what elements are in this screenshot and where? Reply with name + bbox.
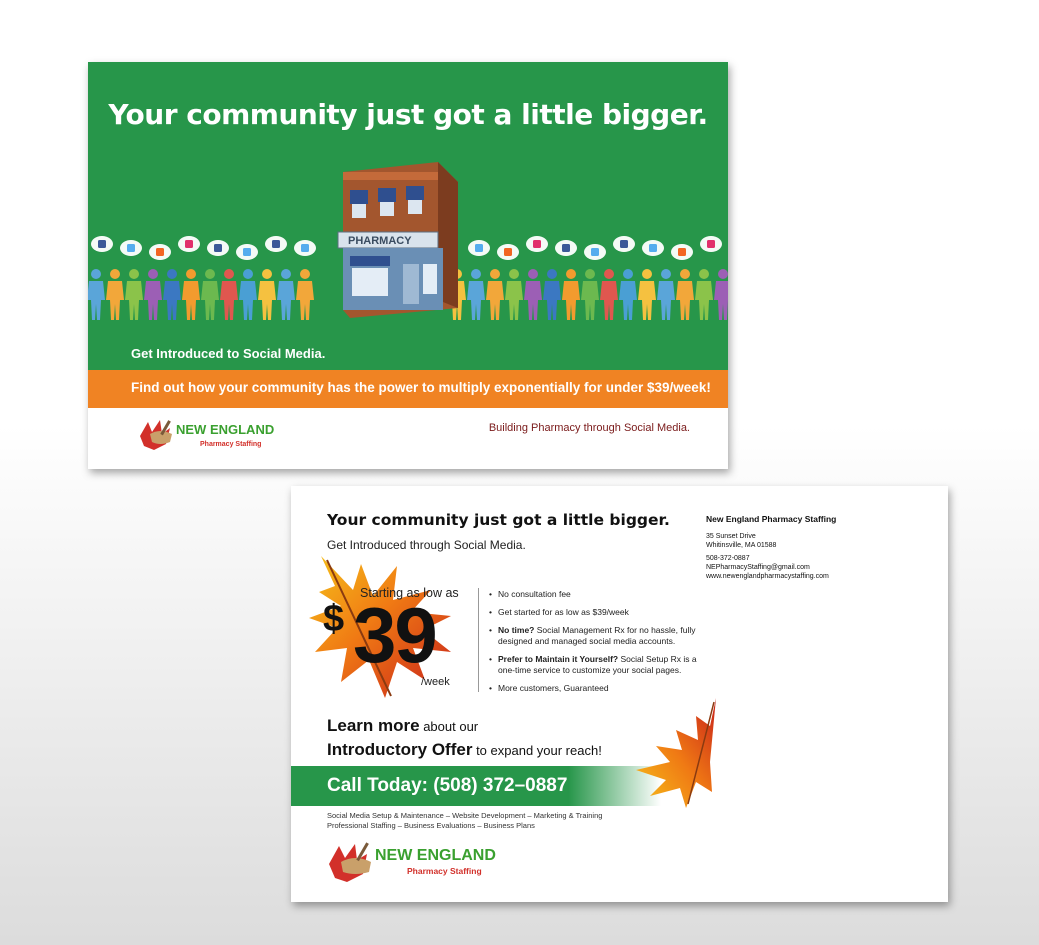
benefits-list: No consultation fee Get started for as l… [489,589,714,701]
person-figure [144,269,162,320]
list-item: More customers, Guaranteed [489,683,714,694]
speech-bubble-icon [584,244,606,260]
person-figure [657,269,675,320]
person-figure [296,269,314,320]
person-figure [600,269,618,320]
back-headline: Your community just got a little bigger. [327,511,670,529]
speech-bubble-icon [236,244,258,260]
person-figure [201,269,219,320]
address-city: Whitinsville, MA 01588 [706,542,777,549]
list-item: No time? Social Management Rx for no has… [489,625,714,647]
front-tagline: Building Pharmacy through Social Media. [488,422,690,434]
person-figure [695,269,713,320]
pharmacy-building-illustration: PHARMACY [337,162,458,318]
person-figure [714,269,728,320]
return-address: New England Pharmacy Staffing 35 Sunset … [706,514,836,581]
person-figure [619,269,637,320]
back-subhead: Get Introduced through Social Media. [327,538,526,552]
person-figure [581,269,599,320]
logo-sub: Pharmacy Staffing [407,866,482,876]
list-item: Get started for as low as $39/week [489,607,714,618]
address-email: NEPharmacyStaffing@gmail.com [706,564,810,571]
speech-bubble-icon [700,236,722,252]
price-amount: 39 [353,591,438,679]
person-figure [277,269,295,320]
new-england-logo: NEW ENGLAND Pharmacy Staffing [140,420,274,450]
speech-bubble-icon [468,240,490,256]
front-headline: Your community just got a little bigger. [108,98,708,131]
address-name: New England Pharmacy Staffing [706,514,837,524]
orange-banner-text: Find out how your community has the powe… [131,380,711,395]
address-phone: 508-372-0887 [706,555,750,562]
person-figure [562,269,580,320]
person-figure [543,269,561,320]
price-period: /week [421,676,450,688]
logo-name: NEW ENGLAND [176,422,274,437]
list-item: No consultation fee [489,589,714,600]
address-web: www.newenglandpharmacystaffing.com [706,573,829,580]
postcard-back: Your community just got a little bigger.… [291,486,948,902]
postcard-front: Your community just got a little bigger.… [88,62,728,469]
front-intro: Get Introduced to Social Media. [131,346,326,361]
speech-bubble-icon [555,240,577,256]
services-list: Social Media Setup & Maintenance – Websi… [327,811,603,830]
person-figure [467,269,485,320]
speech-bubble-icon [642,240,664,256]
maple-leaf-small-illustration [636,698,716,808]
speech-bubble-icon [207,240,229,256]
logo-name: NEW ENGLAND [375,847,496,864]
list-item: Prefer to Maintain it Yourself? Social S… [489,654,714,676]
person-figure [163,269,181,320]
speech-bubble-icon [497,244,519,260]
learn-more-line: Learn more about our [327,716,479,735]
person-figure [88,269,105,320]
person-figure [258,269,276,320]
new-england-logo: NEW ENGLAND Pharmacy Staffing [329,842,496,882]
price-divider [478,588,479,692]
person-figure [524,269,542,320]
person-figure [182,269,200,320]
person-figure [505,269,523,320]
speech-bubble-icon [294,240,316,256]
speech-bubble-icon [178,236,200,252]
person-figure [676,269,694,320]
person-figure [486,269,504,320]
price-currency: $ [323,598,345,640]
speech-bubble-icon [613,236,635,252]
speech-bubble-icon [149,244,171,260]
speech-bubble-icon [91,236,113,252]
speech-bubble-icon [671,244,693,260]
speech-bubble-icon [526,236,548,252]
call-today-text: Call Today: (508) 372–0887 [327,775,568,796]
speech-bubble-icon [265,236,287,252]
person-figure [220,269,238,320]
logo-sub: Pharmacy Staffing [200,441,261,448]
speech-bubble-icon [120,240,142,256]
person-figure [106,269,124,320]
pharmacy-sign-text: PHARMACY [348,235,412,247]
address-street: 35 Sunset Drive [706,533,756,540]
person-figure [125,269,143,320]
person-figure [239,269,257,320]
person-figure [638,269,656,320]
intro-offer-line: Introductory Offer to expand your reach! [327,740,602,759]
